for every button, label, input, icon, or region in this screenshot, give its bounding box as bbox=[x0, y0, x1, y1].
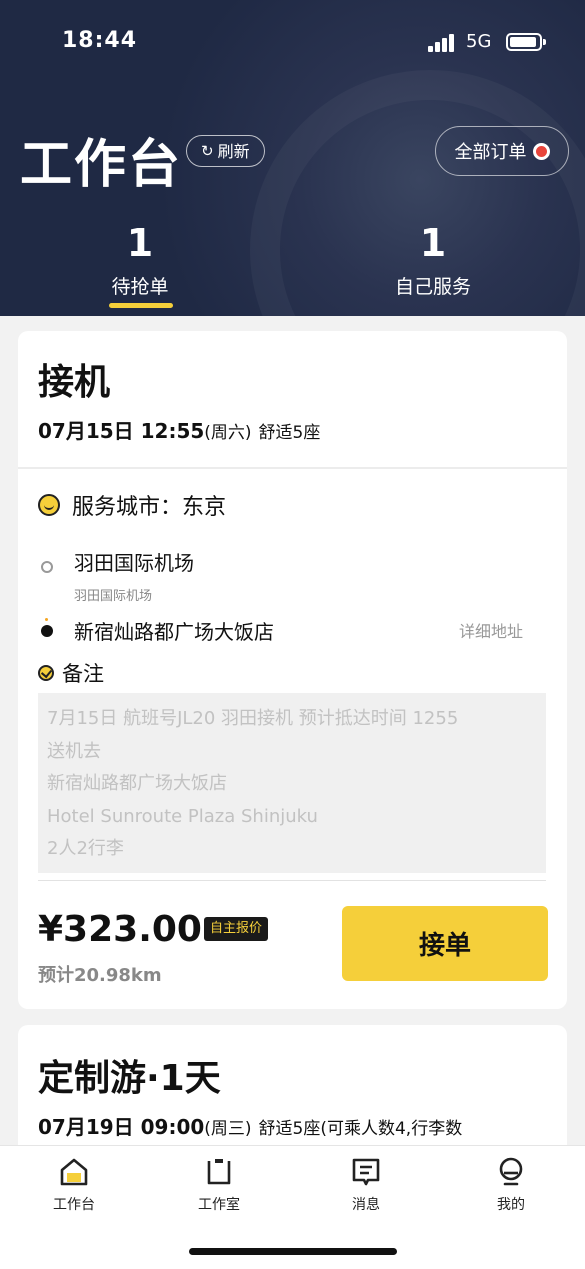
tab-label: 自己服务 bbox=[394, 276, 471, 298]
remark-label: 备注 bbox=[62, 662, 104, 686]
order-weekday: (周六) bbox=[204, 423, 252, 443]
tab-count: 1 bbox=[126, 221, 154, 265]
origin-address: 羽田国际机场 bbox=[74, 589, 153, 604]
page-title: 工作台 bbox=[20, 135, 183, 195]
check-circle-icon bbox=[38, 665, 54, 681]
smile-icon bbox=[38, 494, 60, 516]
order-time: 07月19日 09:00(周三) 舒适5座(可乘人数4,行李数 bbox=[38, 1111, 462, 1140]
remark-content: 7月15日 航班号JL20 羽田接机 预计抵达时间 1255 送机去 新宿灿路都… bbox=[38, 693, 546, 873]
remark-line: 新宿灿路都广场大饭店 bbox=[47, 773, 227, 794]
all-orders-button[interactable]: 全部订单 bbox=[435, 126, 569, 176]
nav-label: 消息 bbox=[352, 1197, 380, 1213]
nav-label: 工作台 bbox=[53, 1197, 95, 1213]
nav-workbench[interactable]: 工作台 bbox=[24, 1156, 124, 1214]
header: 18:44 5G 工作台 ↻ 刷新 全部订单 1 待抢单 1 自己服务 bbox=[0, 0, 585, 316]
refresh-icon: ↻ bbox=[201, 141, 214, 160]
signal-icon bbox=[428, 32, 458, 52]
remark-line: 送机去 bbox=[47, 740, 101, 762]
nav-studio[interactable]: 工作室 bbox=[169, 1156, 269, 1214]
order-date: 07月19日 09:00 bbox=[38, 1115, 205, 1139]
studio-icon bbox=[203, 1156, 235, 1188]
order-date: 07月15日 12:55 bbox=[38, 419, 205, 443]
tab-pending-orders[interactable]: 1 待抢单 bbox=[40, 222, 240, 299]
nav-label: 工作室 bbox=[198, 1197, 240, 1213]
active-tab-indicator bbox=[109, 303, 173, 308]
origin-pin-icon bbox=[41, 561, 53, 573]
nav-label: 我的 bbox=[497, 1197, 525, 1213]
accept-order-button[interactable]: 接单 bbox=[342, 906, 548, 981]
order-type: 定制游·1天 bbox=[38, 1058, 221, 1099]
nav-profile[interactable]: 我的 bbox=[461, 1156, 561, 1214]
destination-name: 新宿灿路都广场大饭店 bbox=[74, 620, 274, 644]
order-weekday: (周三) bbox=[204, 1119, 252, 1139]
message-icon bbox=[350, 1156, 382, 1188]
order-price: ¥323.00 bbox=[38, 909, 202, 950]
status-bar: 18:44 5G bbox=[0, 0, 585, 86]
remark-line: 7月15日 航班号JL20 羽田接机 预计抵达时间 1255 bbox=[47, 708, 459, 729]
service-city: 服务城市：东京 bbox=[38, 489, 226, 521]
remark-header: 备注 bbox=[38, 658, 104, 688]
order-car-type: 舒适5座 bbox=[258, 423, 321, 443]
profile-icon bbox=[495, 1156, 527, 1188]
divider bbox=[38, 880, 546, 881]
refresh-label: 刷新 bbox=[217, 141, 250, 161]
refresh-button[interactable]: ↻ 刷新 bbox=[186, 135, 265, 167]
estimated-distance: 预计20.98km bbox=[38, 965, 162, 986]
status-time: 18:44 bbox=[62, 28, 138, 53]
order-card[interactable]: 接机 07月15日 12:55(周六) 舒适5座 服务城市：东京 羽田国际机场 … bbox=[18, 331, 567, 1009]
order-type: 接机 bbox=[38, 362, 111, 403]
home-indicator bbox=[189, 1248, 397, 1255]
remark-line: Hotel Sunroute Plaza Shinjuku bbox=[47, 805, 318, 827]
nav-messages[interactable]: 消息 bbox=[316, 1156, 416, 1214]
network-type: 5G bbox=[466, 31, 492, 52]
divider bbox=[18, 467, 567, 469]
all-orders-label: 全部订单 bbox=[454, 142, 527, 163]
tab-own-service[interactable]: 1 自己服务 bbox=[333, 222, 533, 299]
battery-icon bbox=[506, 33, 546, 51]
home-icon bbox=[58, 1156, 90, 1188]
detail-address-link[interactable]: 详细地址 bbox=[459, 618, 523, 642]
service-city-label: 服务城市：东京 bbox=[72, 495, 227, 520]
destination-pin-icon bbox=[41, 618, 53, 637]
notification-dot bbox=[532, 142, 550, 160]
price-type-badge: 自主报价 bbox=[204, 917, 269, 941]
order-car-type: 舒适5座(可乘人数4,行李数 bbox=[258, 1119, 463, 1139]
tab-label: 待抢单 bbox=[111, 276, 169, 298]
tab-count: 1 bbox=[419, 221, 447, 265]
remark-line: 2人2行李 bbox=[47, 838, 124, 859]
origin-name: 羽田国际机场 bbox=[74, 551, 194, 575]
order-time: 07月15日 12:55(周六) 舒适5座 bbox=[38, 415, 320, 444]
